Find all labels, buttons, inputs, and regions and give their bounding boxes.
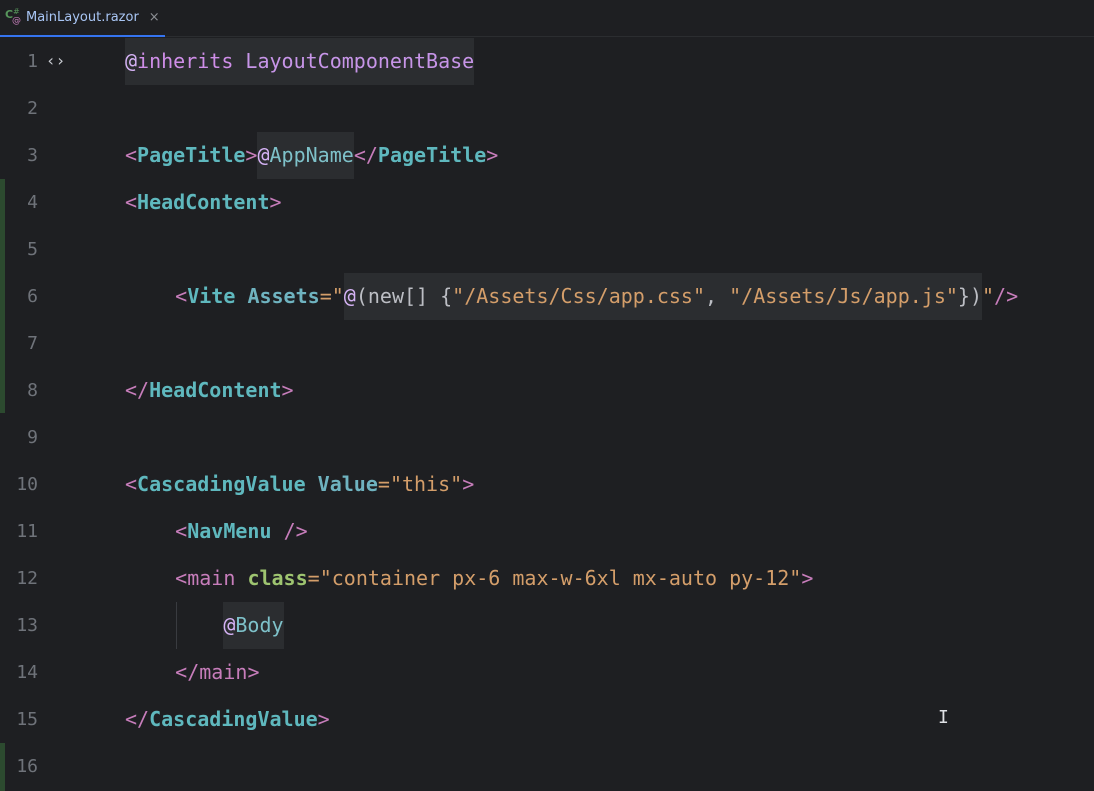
attribute-name: Assets [247, 284, 320, 308]
string-literal: "/Assets/Css/app.css" [452, 284, 706, 308]
line-number: 2 [27, 98, 38, 119]
tag-bracket: < [175, 519, 188, 543]
attribute-name: Value [317, 472, 378, 496]
comma: , [705, 284, 730, 308]
razor-expression: AppName [269, 143, 354, 167]
tag-bracket: > [281, 378, 294, 402]
component-tag: CascadingValue [137, 472, 306, 496]
string-literal: "/Assets/Js/app.js" [729, 284, 958, 308]
component-tag: HeadContent [149, 378, 282, 402]
line-number: 8 [27, 380, 38, 401]
line-number: 4 [27, 192, 38, 213]
attribute-equals: = [307, 566, 320, 590]
component-tag: CascadingValue [149, 707, 318, 731]
tag-bracket: </ [125, 707, 150, 731]
line-number: 5 [27, 239, 38, 260]
code-line-3[interactable]: <PageTitle>@AppName</PageTitle> [125, 132, 498, 179]
tag-bracket: /> [994, 284, 1019, 308]
code-editor[interactable]: 1 ‹› 2 3 4 5 6 7 8 9 10 11 12 13 14 15 1… [0, 38, 1094, 791]
line-number: 3 [27, 145, 38, 166]
text-ibeam-cursor-icon: I [938, 707, 949, 728]
indent-guide [176, 602, 177, 649]
tab-label: MainLayout.razor [26, 10, 139, 25]
razor-expression: Body [235, 613, 284, 637]
tag-bracket: /> [283, 519, 308, 543]
code-line-8[interactable]: </HeadContent> [125, 367, 294, 414]
line-number: 1 [27, 51, 38, 72]
code-line-10[interactable]: <CascadingValue Value="this"> [125, 461, 474, 508]
line-number: 11 [16, 521, 38, 542]
razor-at: @ [257, 143, 270, 167]
line-number: 10 [16, 474, 38, 495]
line-number: 12 [16, 568, 38, 589]
tag-bracket: < [125, 472, 138, 496]
tag-bracket: > [245, 143, 258, 167]
razor-at: @ [125, 49, 138, 73]
tag-bracket: < [125, 143, 138, 167]
tag-bracket: > [247, 660, 260, 684]
component-tag: NavMenu [187, 519, 272, 543]
component-tag: Vite [187, 284, 236, 308]
code-line-11[interactable]: <NavMenu /> [127, 508, 308, 555]
tag-bracket: < [175, 284, 188, 308]
attribute-equals: = [377, 472, 390, 496]
line-number: 14 [16, 662, 38, 683]
component-tag: PageTitle [137, 143, 246, 167]
tag-bracket: > [462, 472, 475, 496]
razor-at: @ [223, 613, 236, 637]
html-tag: main [199, 660, 248, 684]
tag-bracket: </ [353, 143, 378, 167]
tag-bracket: </ [175, 660, 200, 684]
razor-expression: (new[] { [355, 284, 453, 308]
tag-bracket: < [125, 190, 138, 214]
code-line-15[interactable]: </CascadingValue> [125, 696, 330, 743]
tag-bracket: > [269, 190, 282, 214]
code-line-13[interactable]: @Body [127, 602, 284, 649]
code-line-12[interactable]: <main class="container px-6 max-w-6xl mx… [127, 555, 813, 602]
csharp-razor-file-icon: C # @ [5, 6, 21, 26]
attribute-equals: =" [319, 284, 344, 308]
line-number: 7 [27, 333, 38, 354]
code-line-4[interactable]: <HeadContent> [125, 179, 282, 226]
attribute-value: "container px-6 max-w-6xl mx-auto py-12" [319, 566, 802, 590]
line-number: 6 [27, 286, 38, 307]
line-number: 16 [16, 756, 38, 777]
tab-mainlayout-razor[interactable]: C # @ MainLayout.razor × [0, 0, 165, 37]
attribute-name: class [247, 566, 308, 590]
attribute-quote: " [982, 284, 995, 308]
code-area[interactable]: @inherits LayoutComponentBase <PageTitle… [125, 38, 1094, 791]
tag-bracket: > [486, 143, 499, 167]
line-number: 13 [16, 615, 38, 636]
tag-bracket: </ [125, 378, 150, 402]
editor-tab-bar: C # @ MainLayout.razor × [0, 0, 1094, 37]
code-line-6[interactable]: <Vite Assets="@(new[] {"/Assets/Css/app.… [127, 273, 1018, 320]
attribute-value: "this" [389, 472, 463, 496]
component-tag: HeadContent [137, 190, 270, 214]
line-number: 15 [16, 709, 38, 730]
razor-at: @ [343, 284, 356, 308]
tag-bracket: > [801, 566, 814, 590]
tag-bracket: > [317, 707, 330, 731]
braces-fold-icon[interactable]: ‹› [46, 49, 65, 73]
close-tab-icon[interactable]: × [149, 10, 160, 25]
razor-directive: inherits [137, 49, 234, 73]
code-line-1[interactable]: @inherits LayoutComponentBase [125, 38, 475, 85]
razor-expression: }) [957, 284, 982, 308]
base-class-name: LayoutComponentBase [245, 49, 475, 73]
line-number-gutter: 1 ‹› 2 3 4 5 6 7 8 9 10 11 12 13 14 15 1… [0, 38, 125, 791]
component-tag: PageTitle [377, 143, 487, 167]
tag-bracket: < [175, 566, 188, 590]
code-line-14[interactable]: </main> [127, 649, 259, 696]
html-tag: main [187, 566, 236, 590]
line-number: 9 [27, 427, 38, 448]
